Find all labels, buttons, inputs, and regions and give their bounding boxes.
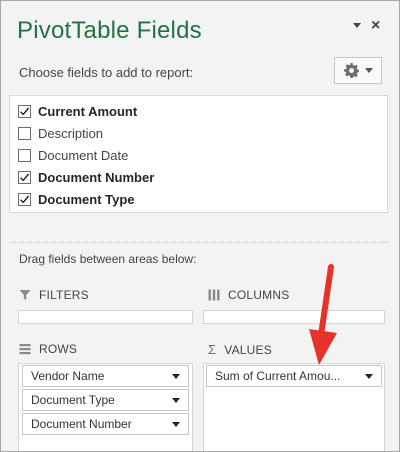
tools-button[interactable]: [334, 57, 382, 84]
drag-fields-label: Drag fields between areas below:: [19, 252, 197, 266]
sigma-icon: Σ: [208, 342, 217, 357]
field-item-document-type[interactable]: Document Type: [18, 188, 135, 210]
checkbox[interactable]: [18, 126, 31, 140]
checkbox[interactable]: [18, 170, 31, 184]
filters-label: FILTERS: [39, 288, 89, 302]
field-item-current-amount[interactable]: Current Amount: [18, 100, 137, 122]
rows-area-header: ROWS: [19, 342, 77, 356]
section-splitter[interactable]: [9, 242, 388, 243]
checkbox[interactable]: [18, 148, 31, 162]
field-item-document-date[interactable]: Document Date: [18, 144, 128, 166]
columns-icon: [208, 289, 220, 301]
filters-drop-area[interactable]: [18, 310, 193, 324]
rows-item-vendor-name[interactable]: Vendor Name: [22, 365, 189, 387]
field-item-document-number[interactable]: Document Number: [18, 166, 154, 188]
field-label: Document Number: [38, 169, 155, 185]
rows-item-label: Vendor Name: [31, 369, 105, 383]
chevron-down-icon[interactable]: [172, 422, 180, 427]
close-icon[interactable]: ×: [371, 17, 380, 35]
pivottable-fields-pane: PivotTable Fields × Choose fields to add…: [0, 0, 400, 452]
rows-label: ROWS: [39, 342, 78, 356]
filters-area-header: FILTERS: [19, 288, 89, 302]
columns-area-header: COLUMNS: [208, 288, 289, 302]
values-area-header: Σ VALUES: [208, 342, 272, 357]
rows-item-document-number[interactable]: Document Number: [22, 413, 189, 435]
checkbox[interactable]: [18, 192, 31, 206]
chevron-down-icon[interactable]: [172, 374, 180, 379]
checkbox[interactable]: [18, 104, 31, 118]
values-item-label: Sum of Current Amou...: [215, 369, 341, 383]
pane-title: PivotTable Fields: [17, 17, 202, 44]
rows-item-label: Document Number: [31, 417, 132, 431]
chevron-down-icon[interactable]: [172, 398, 180, 403]
rows-item-label: Document Type: [31, 393, 115, 407]
filter-icon: [19, 290, 31, 300]
field-label: Current Amount: [38, 103, 138, 119]
chevron-down-icon: [364, 68, 373, 73]
values-item-sum-current-amount[interactable]: Sum of Current Amou...: [206, 365, 382, 387]
field-list: Current Amount Description Document Date…: [9, 95, 388, 213]
gear-icon: [343, 63, 359, 78]
red-arrow-annotation: [309, 264, 337, 365]
chevron-down-icon[interactable]: [365, 374, 373, 379]
field-item-description[interactable]: Description: [18, 122, 103, 144]
columns-label: COLUMNS: [228, 288, 290, 302]
rows-item-document-type[interactable]: Document Type: [22, 389, 189, 411]
rows-icon: [19, 344, 31, 355]
choose-fields-label: Choose fields to add to report:: [19, 65, 194, 80]
pane-options-dropdown-icon[interactable]: [353, 23, 361, 28]
columns-drop-area[interactable]: [203, 310, 385, 324]
values-label: VALUES: [224, 342, 272, 357]
field-label: Description: [38, 125, 104, 141]
field-label: Document Date: [38, 147, 129, 163]
field-label: Document Type: [38, 191, 135, 207]
